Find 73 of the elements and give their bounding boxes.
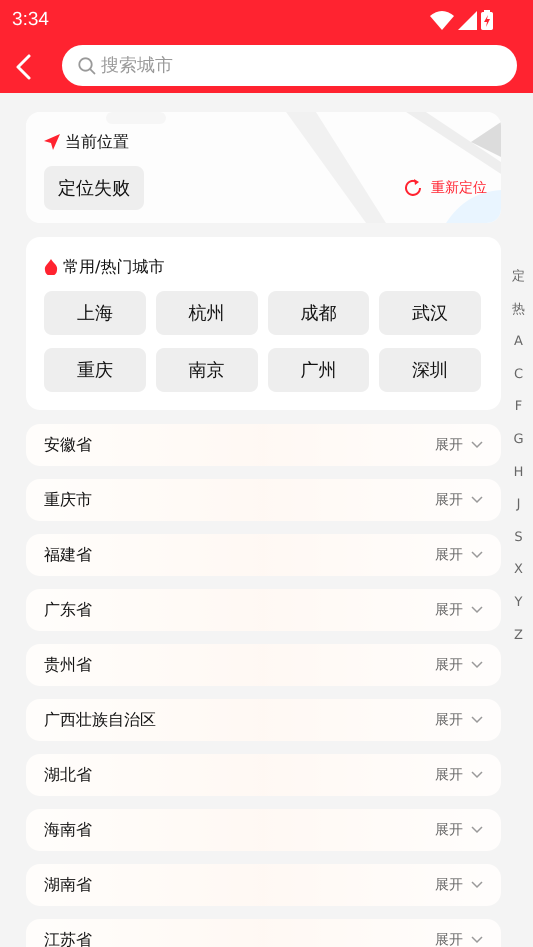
province-name: 海南省 bbox=[44, 820, 92, 840]
index-letter[interactable]: G bbox=[513, 432, 524, 465]
province-row[interactable]: 海南省 展开 bbox=[26, 809, 501, 851]
index-letter[interactable]: A bbox=[514, 334, 523, 367]
province-name: 安徽省 bbox=[44, 434, 92, 456]
expand-toggle[interactable]: 展开 bbox=[435, 656, 483, 674]
province-name: 重庆市 bbox=[44, 490, 92, 510]
expand-toggle[interactable]: 展开 bbox=[435, 601, 483, 619]
index-letter[interactable]: F bbox=[514, 399, 522, 432]
expand-toggle[interactable]: 展开 bbox=[435, 546, 483, 564]
province-name: 贵州省 bbox=[44, 654, 92, 676]
chevron-down-icon bbox=[471, 771, 483, 779]
city-button[interactable]: 深圳 bbox=[379, 348, 481, 392]
location-status-button[interactable]: 定位失败 bbox=[44, 166, 144, 210]
chevron-down-icon bbox=[471, 496, 483, 504]
city-button[interactable]: 广州 bbox=[268, 348, 370, 392]
city-button[interactable]: 南京 bbox=[156, 348, 258, 392]
index-letter[interactable]: S bbox=[514, 530, 523, 562]
search-field[interactable]: 搜索城市 bbox=[62, 45, 517, 86]
city-button[interactable]: 上海 bbox=[44, 291, 146, 335]
province-row[interactable]: 湖南省 展开 bbox=[26, 864, 501, 906]
refresh-icon bbox=[403, 178, 423, 198]
expand-toggle[interactable]: 展开 bbox=[435, 876, 483, 894]
signal-icon bbox=[458, 10, 477, 30]
province-row[interactable]: 湖北省 展开 bbox=[26, 754, 501, 796]
expand-toggle[interactable]: 展开 bbox=[435, 436, 483, 454]
index-letter[interactable]: J bbox=[516, 497, 520, 530]
city-button[interactable]: 成都 bbox=[268, 291, 370, 335]
index-letter[interactable]: Z bbox=[514, 628, 523, 660]
province-name: 湖北省 bbox=[44, 764, 92, 786]
expand-toggle[interactable]: 展开 bbox=[435, 711, 483, 729]
chevron-down-icon bbox=[471, 881, 483, 889]
city-button[interactable]: 杭州 bbox=[156, 291, 258, 335]
province-row[interactable]: 重庆市 展开 bbox=[26, 479, 501, 521]
clock-time: 3:34 bbox=[12, 9, 49, 31]
section-title: 当前位置 bbox=[65, 132, 129, 152]
index-letter[interactable]: 定 bbox=[512, 269, 525, 302]
province-name: 福建省 bbox=[44, 544, 92, 566]
index-letter[interactable]: H bbox=[514, 464, 524, 498]
city-button[interactable]: 武汉 bbox=[379, 291, 481, 335]
chevron-down-icon bbox=[471, 606, 483, 614]
chevron-down-icon bbox=[471, 936, 483, 944]
relocate-button[interactable]: 重新定位 bbox=[403, 178, 487, 198]
expand-toggle[interactable]: 展开 bbox=[435, 766, 483, 784]
province-name: 湖南省 bbox=[44, 874, 92, 896]
expand-toggle[interactable]: 展开 bbox=[435, 931, 483, 947]
chevron-down-icon bbox=[471, 661, 483, 669]
province-row[interactable]: 安徽省 展开 bbox=[26, 424, 501, 466]
battery-icon bbox=[481, 10, 493, 30]
province-name: 广西壮族自治区 bbox=[44, 710, 156, 730]
index-letter[interactable]: C bbox=[514, 366, 524, 400]
index-letter[interactable]: X bbox=[514, 562, 523, 595]
city-button[interactable]: 重庆 bbox=[44, 348, 146, 392]
province-row[interactable]: 广西壮族自治区 展开 bbox=[26, 699, 501, 741]
flame-icon bbox=[44, 259, 58, 275]
section-title: 常用/热门城市 bbox=[63, 256, 164, 278]
chevron-down-icon bbox=[471, 551, 483, 559]
province-row[interactable]: 贵州省 展开 bbox=[26, 644, 501, 686]
index-letter[interactable]: Y bbox=[514, 594, 522, 628]
chevron-down-icon bbox=[471, 716, 483, 724]
wifi-icon bbox=[430, 10, 454, 30]
expand-toggle[interactable]: 展开 bbox=[435, 491, 483, 509]
expand-toggle[interactable]: 展开 bbox=[435, 821, 483, 839]
index-letter[interactable]: 热 bbox=[512, 302, 525, 334]
province-row[interactable]: 广东省 展开 bbox=[26, 589, 501, 631]
navigation-arrow-icon bbox=[44, 134, 60, 150]
province-name: 广东省 bbox=[44, 600, 92, 620]
province-name: 江苏省 bbox=[44, 930, 92, 947]
province-row[interactable]: 江苏省 展开 bbox=[26, 919, 501, 947]
search-icon bbox=[78, 56, 96, 74]
chevron-down-icon bbox=[471, 441, 483, 449]
chevron-down-icon bbox=[471, 826, 483, 834]
province-row[interactable]: 福建省 展开 bbox=[26, 534, 501, 576]
